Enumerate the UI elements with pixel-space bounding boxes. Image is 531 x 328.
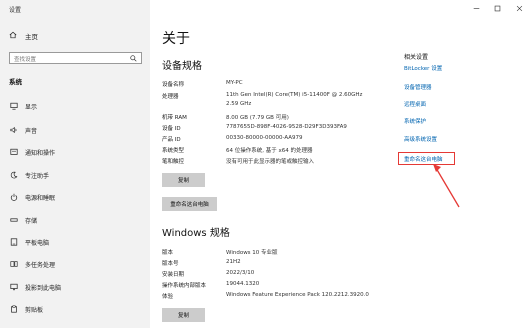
search-input[interactable]: 查找设置 — [9, 52, 142, 64]
spec-value: 11th Gen Intel(R) Core(TM) i5-11400F @ 2… — [226, 92, 363, 98]
sidebar-item-storage[interactable]: 存储 — [9, 215, 37, 225]
device-spec-title: 设备规格 — [162, 61, 202, 72]
sidebar-section-label: 系统 — [9, 78, 22, 86]
spec-value-line2: 2.59 GHz — [226, 101, 252, 107]
spec-value: Windows Feature Experience Pack 120.2212… — [226, 292, 369, 298]
spec-label: 安装日期 — [162, 272, 185, 278]
spec-label: 操作系统内部版本 — [162, 283, 207, 289]
spec-label: 版本 — [162, 250, 174, 256]
power-icon — [9, 192, 19, 202]
monitor-icon — [9, 101, 19, 111]
spec-value: 21H2 — [226, 259, 241, 265]
search-placeholder: 查找设置 — [14, 56, 37, 63]
copy-button-2[interactable]: 复制 — [162, 308, 205, 322]
sidebar-item-sound[interactable]: 声音 — [9, 125, 37, 135]
sidebar-item-label: 显示 — [25, 103, 38, 111]
sidebar-item-home[interactable]: 主页 — [9, 31, 38, 41]
spec-value: 7787655D-898F-4026-9528-D29F3D393FA9 — [226, 124, 347, 130]
tablet-icon — [9, 237, 19, 247]
windows-spec-title: Windows 规格 — [162, 228, 230, 239]
sidebar-item-project[interactable]: 投影到此电脑 — [9, 282, 61, 292]
notification-icon — [9, 147, 19, 157]
sidebar-item-display[interactable]: 显示 — [9, 101, 37, 111]
sidebar-item-label: 平板电脑 — [25, 239, 50, 247]
spec-value: 00330-80000-00000-AA979 — [226, 135, 303, 141]
spec-value: 64 位操作系统, 基于 x64 的处理器 — [226, 148, 313, 154]
clipboard-icon — [9, 304, 19, 314]
sidebar-item-label: 存储 — [25, 217, 38, 225]
multitask-icon — [9, 259, 19, 269]
sidebar-item-label: 投影到此电脑 — [25, 284, 62, 292]
spec-value: MY-PC — [226, 80, 243, 86]
spec-label: 机带 RAM — [162, 115, 187, 121]
sidebar-item-label: 专注助手 — [25, 172, 50, 180]
storage-icon — [9, 215, 19, 225]
spec-value: Windows 10 专业版 — [226, 250, 278, 256]
search-icon — [130, 55, 137, 62]
spec-value: 19044.1320 — [226, 281, 260, 287]
sidebar-item-focus-assist[interactable]: 专注助手 — [9, 170, 49, 180]
spec-label: 体验 — [162, 294, 174, 300]
sidebar-item-multitasking[interactable]: 多任务处理 — [9, 259, 55, 269]
app-title: 设置 — [9, 7, 22, 14]
sidebar-item-label: 多任务处理 — [25, 261, 56, 269]
link-remote-desktop[interactable]: 远程桌面 — [404, 100, 426, 108]
link-advanced-system-settings[interactable]: 高级系统设置 — [404, 135, 437, 143]
spec-value: 2022/3/10 — [226, 270, 255, 276]
sidebar-item-label: 剪贴板 — [25, 306, 44, 314]
close-icon — [516, 5, 522, 12]
home-icon — [9, 31, 19, 41]
sidebar-item-label: 通知和操作 — [25, 149, 56, 157]
sidebar-item-label: 电源和睡眠 — [25, 194, 56, 202]
spec-label: 设备 ID — [162, 126, 181, 132]
copy-button[interactable]: 复制 — [162, 173, 205, 187]
spec-label: 处理器 — [162, 94, 179, 100]
sidebar-item-power[interactable]: 电源和睡眠 — [9, 192, 55, 202]
spec-label: 系统类型 — [162, 148, 185, 154]
related-settings-title: 相关设置 — [404, 54, 429, 61]
page-title: 关于 — [162, 31, 190, 47]
link-system-protection[interactable]: 系统保护 — [404, 117, 426, 125]
rename-pc-button[interactable]: 重命名这台电脑 — [162, 197, 217, 211]
minimize-icon — [473, 8, 479, 9]
project-icon — [9, 282, 19, 292]
sidebar-item-clipboard[interactable]: 剪贴板 — [9, 304, 43, 314]
sidebar-item-label: 声音 — [25, 127, 38, 135]
sidebar-item-tablet[interactable]: 平板电脑 — [9, 237, 49, 247]
sidebar: 设置 主页 查找设置 系统 显示 声音 通知和操作 专注助手 电源和睡眠 存储 … — [0, 0, 150, 328]
speaker-icon — [9, 125, 19, 135]
maximize-button[interactable] — [492, 4, 502, 13]
link-bitlocker[interactable]: BitLocker 设置 — [404, 64, 442, 72]
moon-icon — [9, 170, 19, 180]
spec-value: 8.00 GB (7.79 GB 可用) — [226, 115, 289, 121]
sidebar-item-label: 主页 — [25, 33, 38, 41]
sidebar-item-notifications[interactable]: 通知和操作 — [9, 147, 55, 157]
spec-label: 产品 ID — [162, 137, 181, 143]
spec-value: 没有可用于此显示器的笔或触控输入 — [226, 159, 315, 165]
minimize-button[interactable] — [471, 4, 481, 13]
spec-label: 版本号 — [162, 261, 179, 267]
maximize-icon — [494, 5, 500, 12]
close-button[interactable] — [514, 4, 524, 13]
annotation-highlight-box — [398, 152, 455, 165]
spec-label: 笔和触控 — [162, 159, 185, 165]
link-device-manager[interactable]: 设备管理器 — [404, 83, 432, 91]
spec-label: 设备名称 — [162, 82, 185, 88]
